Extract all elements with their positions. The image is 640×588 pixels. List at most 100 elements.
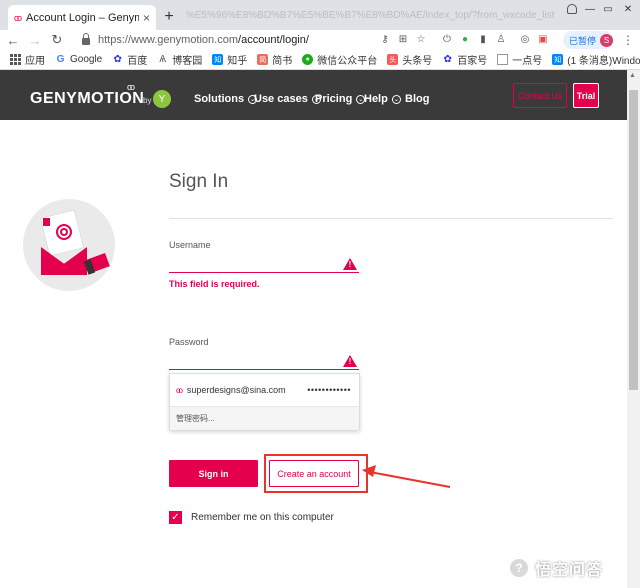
evernote-extension-icon[interactable]: ● [458,32,472,46]
autofill-dropdown: oo superdesigns@sina.com •••••••••••• 管理… [169,373,360,430]
profile-icon[interactable] [562,0,582,18]
translate-icon[interactable]: ⊞ [396,32,410,46]
remember-checkbox[interactable]: ✓ [169,511,182,524]
tab-title: Account Login – Genymotion [26,11,139,24]
ghost-tab-text: %E5%96%E8%BD%B7%E5%BE%B7%E8%BD%AE/index_… [186,10,555,21]
username-error: This field is required. [169,279,260,289]
nav-blog[interactable]: Blog [405,93,429,105]
extension-icon-2[interactable]: ♙ [494,32,508,46]
wechat-icon: ● [302,54,314,65]
wukong-logo-icon: ? [508,557,530,579]
scrollbar-thumb[interactable] [629,90,638,390]
reload-icon[interactable]: ↻ [48,31,66,49]
nav-label: Solutions [194,93,245,105]
nav-label: Use cases [254,93,308,105]
nav-solutions[interactable]: Solutions ⌄ [194,93,258,105]
baidu-paw-icon: ✿ [113,54,122,65]
chevron-down-icon: ⌄ [391,94,401,104]
letter-badge-shape [43,218,50,226]
baidu-paw-icon: ✿ [443,54,452,65]
bookmark-baidu[interactable]: ✿ 百度 [112,52,148,67]
bookmark-wechat[interactable]: ● 微信公众平台 [302,52,377,67]
genymobile-badge-icon: Y [153,90,171,108]
logo-by-text: by [143,96,152,105]
page-title: Sign In [169,171,229,192]
bookmark-jianshu[interactable]: 简 简书 [257,52,292,67]
watermark-text: 悟空问答 [535,562,604,579]
browser-menu-icon[interactable]: ⋮ [620,31,636,49]
genymotion-favicon-icon: oo [14,12,22,23]
bookmark-label: 博客园 [172,56,203,67]
extension-icon-4[interactable]: ▣ [536,32,550,46]
logo-rings-icon: oo [127,82,135,92]
genymotion-favicon-icon: oo [176,385,183,395]
bookmark-label: 百度 [127,56,148,67]
jianshu-icon: 简 [257,54,269,65]
autofill-password: •••••••••••• [307,385,351,395]
title-divider [169,218,613,219]
warning-mark: ! [348,357,352,366]
bookmarks-bar: 应用 G Google ✿ 百度 Ѧ 博客园 知 知乎 简 简书 ● 微信公众平… [0,50,640,70]
username-underline [169,272,359,273]
nav-pricing[interactable]: Pricing ⌄ [315,93,366,105]
bookmark-zhihu-messages[interactable]: 知 (1 条消息)Window... [552,52,640,67]
extension-icon[interactable]: ▮ [476,32,490,46]
bookmark-google[interactable]: G Google [55,54,103,65]
trial-button[interactable]: Trial [573,83,599,108]
sync-paused-chip[interactable]: 已暂停 S [563,31,613,49]
back-icon[interactable]: ← [4,31,22,49]
remember-label: Remember me on this computer [191,512,334,523]
bookmark-zhihu[interactable]: 知 知乎 [212,52,247,67]
power-extension-icon[interactable]: ⏻ [440,32,454,46]
url-path: /account/login/ [238,34,309,46]
genymotion-logo[interactable]: GENYMOTION [30,90,144,108]
annotation-arrow-icon [362,465,451,488]
nav-label: Help [364,93,388,105]
bookmark-apps[interactable]: 应用 [10,52,45,67]
username-field[interactable] [169,252,359,272]
password-field[interactable] [169,349,359,369]
url-text: https://www.genymotion.com/account/login… [98,34,309,46]
bookmark-toutiao[interactable]: 头 头条号 [387,52,432,67]
sign-in-button[interactable]: Sign in [169,460,258,487]
logo-text: GENYMOTION [30,90,145,107]
scroll-up-icon[interactable]: ▲ [629,72,636,79]
bookmark-cnblogs[interactable]: Ѧ 博客园 [157,52,202,67]
autofill-username: superdesigns@sina.com [186,385,286,395]
bookmark-label: 应用 [25,56,45,67]
lock-icon [82,33,90,45]
bookmark-label: 微信公众平台 [317,56,378,67]
extension-icon-3[interactable]: ◎ [518,32,532,46]
remember-me[interactable]: ✓ Remember me on this computer [169,511,334,524]
bookmark-baijia[interactable]: ✿ 百家号 [442,52,488,67]
contact-us-button[interactable]: Contact Us [513,83,567,108]
minimize-window-icon[interactable]: — [580,0,600,18]
browser-tab-bar: oo Account Login – Genymotion × + %E5%96… [0,0,640,30]
username-label: Username [169,240,211,250]
avatar: S [600,33,613,47]
apps-grid-icon [10,54,21,65]
bookmark-yidian[interactable]: 一点号 [497,52,542,67]
toutiao-icon: 头 [387,54,399,65]
forward-icon[interactable]: → [26,31,44,49]
star-icon[interactable]: ☆ [414,32,428,46]
key-icon[interactable]: ⚷ [378,32,392,46]
manage-passwords-item[interactable]: 管理密码... [170,406,359,430]
close-tab-icon[interactable]: × [143,11,150,25]
new-tab-button[interactable]: + [160,8,178,26]
nav-help[interactable]: Help ⌄ [364,93,401,105]
paused-label: 已暂停 [569,35,597,46]
nav-use-cases[interactable]: Use cases ⌄ [254,93,321,105]
close-window-icon[interactable]: ✕ [616,0,640,18]
password-underline [169,369,359,370]
page-icon [497,54,509,65]
create-account-button[interactable]: Create an account [269,460,359,487]
autofill-suggestion[interactable]: oo superdesigns@sina.com •••••••••••• [170,374,359,406]
google-icon: G [56,54,65,65]
bookmark-label: 简书 [272,56,293,67]
maximize-window-icon[interactable]: ▭ [598,0,618,18]
zhihu-icon: 知 [212,54,224,65]
browser-tab-active[interactable]: oo Account Login – Genymotion × [8,5,156,30]
bookmark-label: Google [70,54,103,65]
cnblogs-icon: Ѧ [159,54,167,65]
